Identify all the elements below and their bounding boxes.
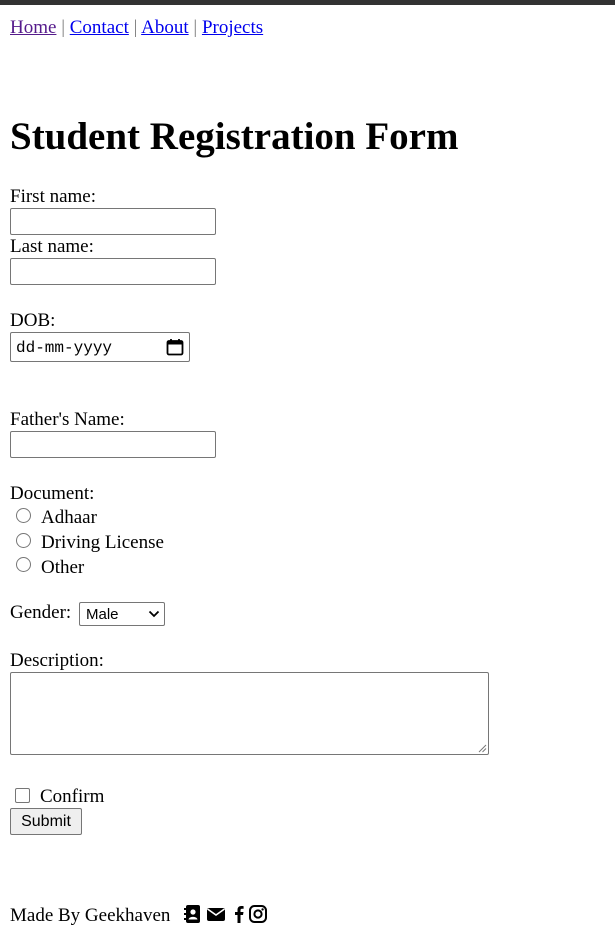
confirm-checkbox[interactable] bbox=[15, 788, 30, 803]
father-name-field[interactable] bbox=[10, 431, 216, 458]
chevron-down-icon bbox=[148, 610, 160, 618]
gender-select[interactable]: Male bbox=[79, 602, 165, 626]
nav-link-contact[interactable]: Contact bbox=[70, 17, 129, 38]
document-option-driving-license-label: Driving License bbox=[41, 532, 164, 553]
calendar-icon[interactable] bbox=[166, 338, 184, 356]
document-label: Document: bbox=[10, 483, 95, 504]
nav-separator: | bbox=[61, 17, 65, 38]
nav-link-about[interactable]: About bbox=[141, 17, 189, 38]
footer-text: Made By Geekhaven bbox=[10, 905, 171, 926]
page-title: Student Registration Form bbox=[10, 115, 459, 158]
nav-separator: | bbox=[193, 17, 198, 38]
document-radio-driving-license[interactable] bbox=[16, 533, 31, 548]
first-name-label: First name: bbox=[10, 186, 97, 207]
resize-grip-icon[interactable] bbox=[478, 744, 487, 753]
facebook-icon[interactable] bbox=[229, 904, 249, 924]
nav-link-home[interactable]: Home bbox=[10, 17, 56, 38]
document-radio-other[interactable] bbox=[16, 557, 31, 572]
instagram-icon[interactable] bbox=[248, 904, 268, 924]
last-name-field[interactable] bbox=[10, 258, 216, 285]
nav-link-projects[interactable]: Projects bbox=[202, 17, 263, 38]
dob-label: DOB: bbox=[10, 310, 56, 331]
first-name-field[interactable] bbox=[10, 208, 216, 235]
document-option-adhaar-label: Adhaar bbox=[41, 507, 97, 528]
dob-placeholder: dd-mm-yyyy bbox=[16, 339, 113, 357]
document-option-other-label: Other bbox=[41, 557, 85, 578]
confirm-label: Confirm bbox=[40, 786, 105, 807]
browser-top-strip bbox=[0, 0, 615, 5]
gender-selected-value: Male bbox=[86, 606, 119, 623]
document-radio-adhaar[interactable] bbox=[16, 508, 31, 523]
nav-separator: | bbox=[133, 17, 138, 38]
father-name-label: Father's Name: bbox=[10, 409, 125, 430]
last-name-label: Last name: bbox=[10, 236, 94, 257]
envelope-icon[interactable] bbox=[206, 904, 226, 924]
gender-label: Gender: bbox=[10, 602, 72, 623]
description-label: Description: bbox=[10, 650, 104, 671]
submit-button[interactable]: Submit bbox=[10, 808, 82, 835]
top-nav: Home | Contact | About | Projects bbox=[10, 18, 263, 37]
dob-date-input[interactable]: dd-mm-yyyy bbox=[10, 332, 190, 362]
contact-book-icon[interactable] bbox=[183, 904, 203, 924]
description-textarea[interactable] bbox=[10, 672, 489, 755]
